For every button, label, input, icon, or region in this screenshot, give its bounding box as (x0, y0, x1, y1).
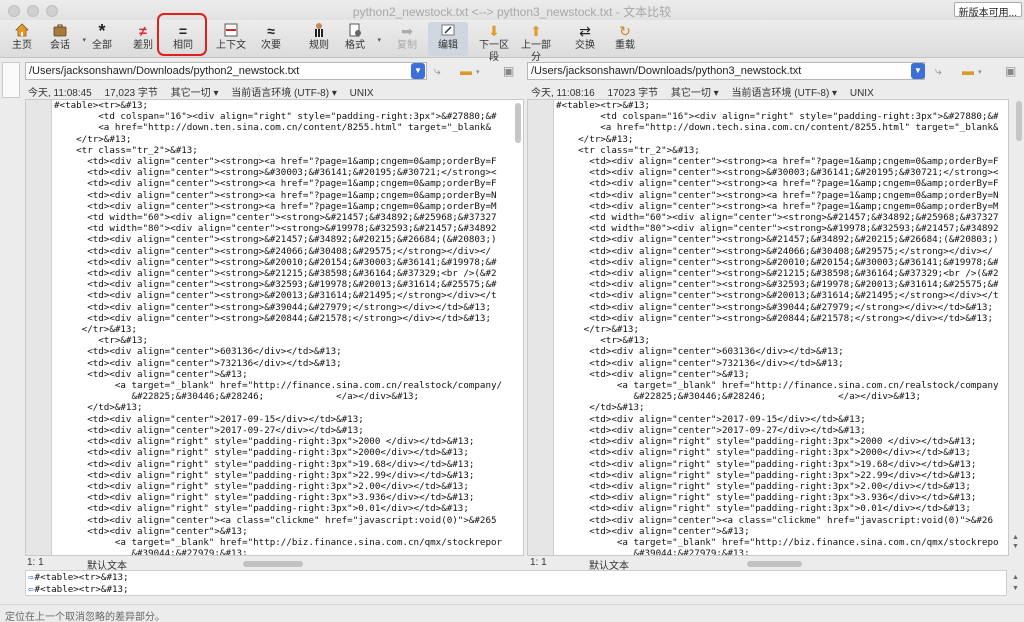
diffs-button[interactable]: ≠ 差别 (125, 22, 161, 52)
arrow-right-marker-icon: ⇨ (28, 572, 34, 583)
left-folder-icon[interactable]: ▬ (460, 64, 472, 78)
diff-scroll-up-icon[interactable]: ▲ (1012, 574, 1022, 581)
left-scroll-thumb[interactable] (515, 103, 521, 143)
right-horizontal-scroll-thumb[interactable] (747, 561, 802, 567)
right-cursor-position: 1: 1 (530, 557, 547, 568)
same-button-highlight (157, 13, 207, 56)
diff-scroll-down-icon[interactable]: ▼ (1012, 585, 1022, 592)
right-info-bar: 今天, 11:08:16 17023 字节 其它一切 ▾ 当前语言环境 (UTF… (531, 84, 884, 99)
diff-line-left: ⇨#<table><tr>&#13; (28, 572, 129, 583)
context-icon (213, 22, 249, 40)
minor-button[interactable]: ≈ 次要 (253, 22, 289, 52)
context-button[interactable]: 上下文 (213, 22, 249, 52)
edit-button[interactable]: 编辑 (430, 22, 466, 52)
left-size: 17,023 字节 (104, 88, 158, 99)
asterisk-icon: * (98, 21, 106, 41)
right-eol: UNIX (849, 88, 874, 99)
left-folder-dropdown-icon[interactable]: ▾ (476, 68, 480, 76)
status-message: 定位在上一个取消忽略的差异部分。 (5, 612, 165, 622)
all-button[interactable]: * 全部 (84, 22, 120, 52)
status-bar: 定位在上一个取消忽略的差异部分。 (0, 604, 1024, 622)
not-equal-icon: ≠ (139, 23, 147, 39)
swap-button[interactable]: ⇄ 交换 (567, 22, 603, 52)
right-save-icon[interactable]: ▣ (1005, 64, 1016, 78)
arrow-left-marker-icon: ⇦ (28, 584, 34, 595)
left-open-icon[interactable]: ⤷ (434, 64, 441, 79)
left-save-icon[interactable]: ▣ (503, 64, 514, 78)
reload-icon: ↻ (619, 23, 631, 39)
pencil-icon (430, 22, 466, 40)
left-other-select[interactable]: 其它一切 ▾ (171, 88, 219, 99)
toolbar: 主页 会话 ▾ * 全部 ≠ 差别 = 相同 上下文 ≈ 次要 规则 格式 ▾ … (0, 20, 1024, 63)
right-size: 17023 字节 (607, 88, 659, 99)
right-text-format[interactable]: 默认文本 (589, 557, 629, 572)
house-icon (4, 22, 40, 40)
right-folder-icon[interactable]: ▬ (962, 64, 974, 78)
right-scroll-down-icon[interactable]: ▼ (1012, 543, 1022, 550)
left-code-content[interactable]: #<table><tr>&#13; <td colspan="16"><div … (54, 100, 513, 555)
right-date: 今天, 11:08:16 (531, 88, 595, 99)
right-path-field[interactable]: /Users/jacksonshawn/Downloads/python3_ne… (527, 62, 925, 80)
briefcase-icon (42, 22, 78, 40)
left-date: 今天, 11:08:45 (28, 88, 92, 99)
right-open-icon[interactable]: ⤷ (935, 64, 942, 79)
format-dropdown-icon: ▾ (377, 37, 381, 44)
left-text-pane[interactable]: #<table><tr>&#13; <td colspan="16"><div … (25, 99, 524, 556)
left-encoding-select[interactable]: 当前语言环境 (UTF-8) ▾ (231, 88, 337, 99)
home-button[interactable]: 主页 (4, 22, 40, 52)
copy-button[interactable]: ➡ 复制 (389, 22, 425, 52)
swap-icon: ⇄ (579, 23, 591, 39)
arrow-up-icon: ⬆ (530, 23, 542, 39)
overview-pane[interactable] (2, 62, 20, 98)
left-cursor-position: 1: 1 (27, 557, 44, 568)
right-encoding-select[interactable]: 当前语言环境 (UTF-8) ▾ (732, 88, 838, 99)
session-button[interactable]: 会话 ▾ (42, 22, 86, 52)
reload-button[interactable]: ↻ 重载 (607, 22, 643, 52)
title-bar: python2_newstock.txt <--> python3_newsto… (0, 0, 1024, 20)
arrow-down-icon: ⬇ (488, 23, 500, 39)
left-path-field[interactable]: /Users/jacksonshawn/Downloads/python2_ne… (25, 62, 427, 80)
right-text-pane[interactable]: #<table><tr>&#13; <td colspan="16"><div … (527, 99, 1009, 556)
left-text-format[interactable]: 默认文本 (87, 557, 127, 572)
right-other-select[interactable]: 其它一切 ▾ (671, 88, 719, 99)
approx-icon: ≈ (267, 23, 275, 39)
right-folder-dropdown-icon[interactable]: ▾ (978, 68, 982, 76)
prev-section-button[interactable]: ⬆ 上一部分 (518, 22, 554, 64)
next-section-button[interactable]: ⬇ 下一区段 (476, 22, 512, 64)
left-path-dropdown-icon[interactable]: ▼ (411, 63, 425, 79)
diff-line-right: ⇦#<table><tr>&#13; (28, 584, 129, 595)
right-path-dropdown-icon[interactable]: ▼ (911, 63, 925, 79)
left-eol: UNIX (349, 88, 374, 99)
format-button[interactable]: 格式 ▾ (337, 22, 381, 52)
right-scroll-up-icon[interactable]: ▲ (1012, 534, 1022, 541)
document-gear-icon (337, 22, 373, 40)
right-gutter (528, 100, 554, 555)
left-horizontal-scroll-thumb[interactable] (243, 561, 303, 567)
diff-lines-panel: ⇨#<table><tr>&#13; ⇦#<table><tr>&#13; (25, 570, 1007, 596)
referee-icon (301, 22, 337, 40)
left-gutter (26, 100, 52, 555)
arrow-right-icon: ➡ (401, 23, 413, 39)
left-info-bar: 今天, 11:08:45 17,023 字节 其它一切 ▾ 当前语言环境 (UT… (28, 84, 384, 99)
new-version-button[interactable]: 新版本可用... (953, 2, 1022, 19)
right-code-content[interactable]: #<table><tr>&#13; <td colspan="16"><div … (556, 100, 998, 555)
left-vertical-scrollbar[interactable] (514, 101, 522, 555)
right-scroll-thumb[interactable] (1016, 101, 1022, 141)
rules-button[interactable]: 规则 (301, 22, 337, 52)
window-title: python2_newstock.txt <--> python3_newsto… (352, 5, 672, 19)
